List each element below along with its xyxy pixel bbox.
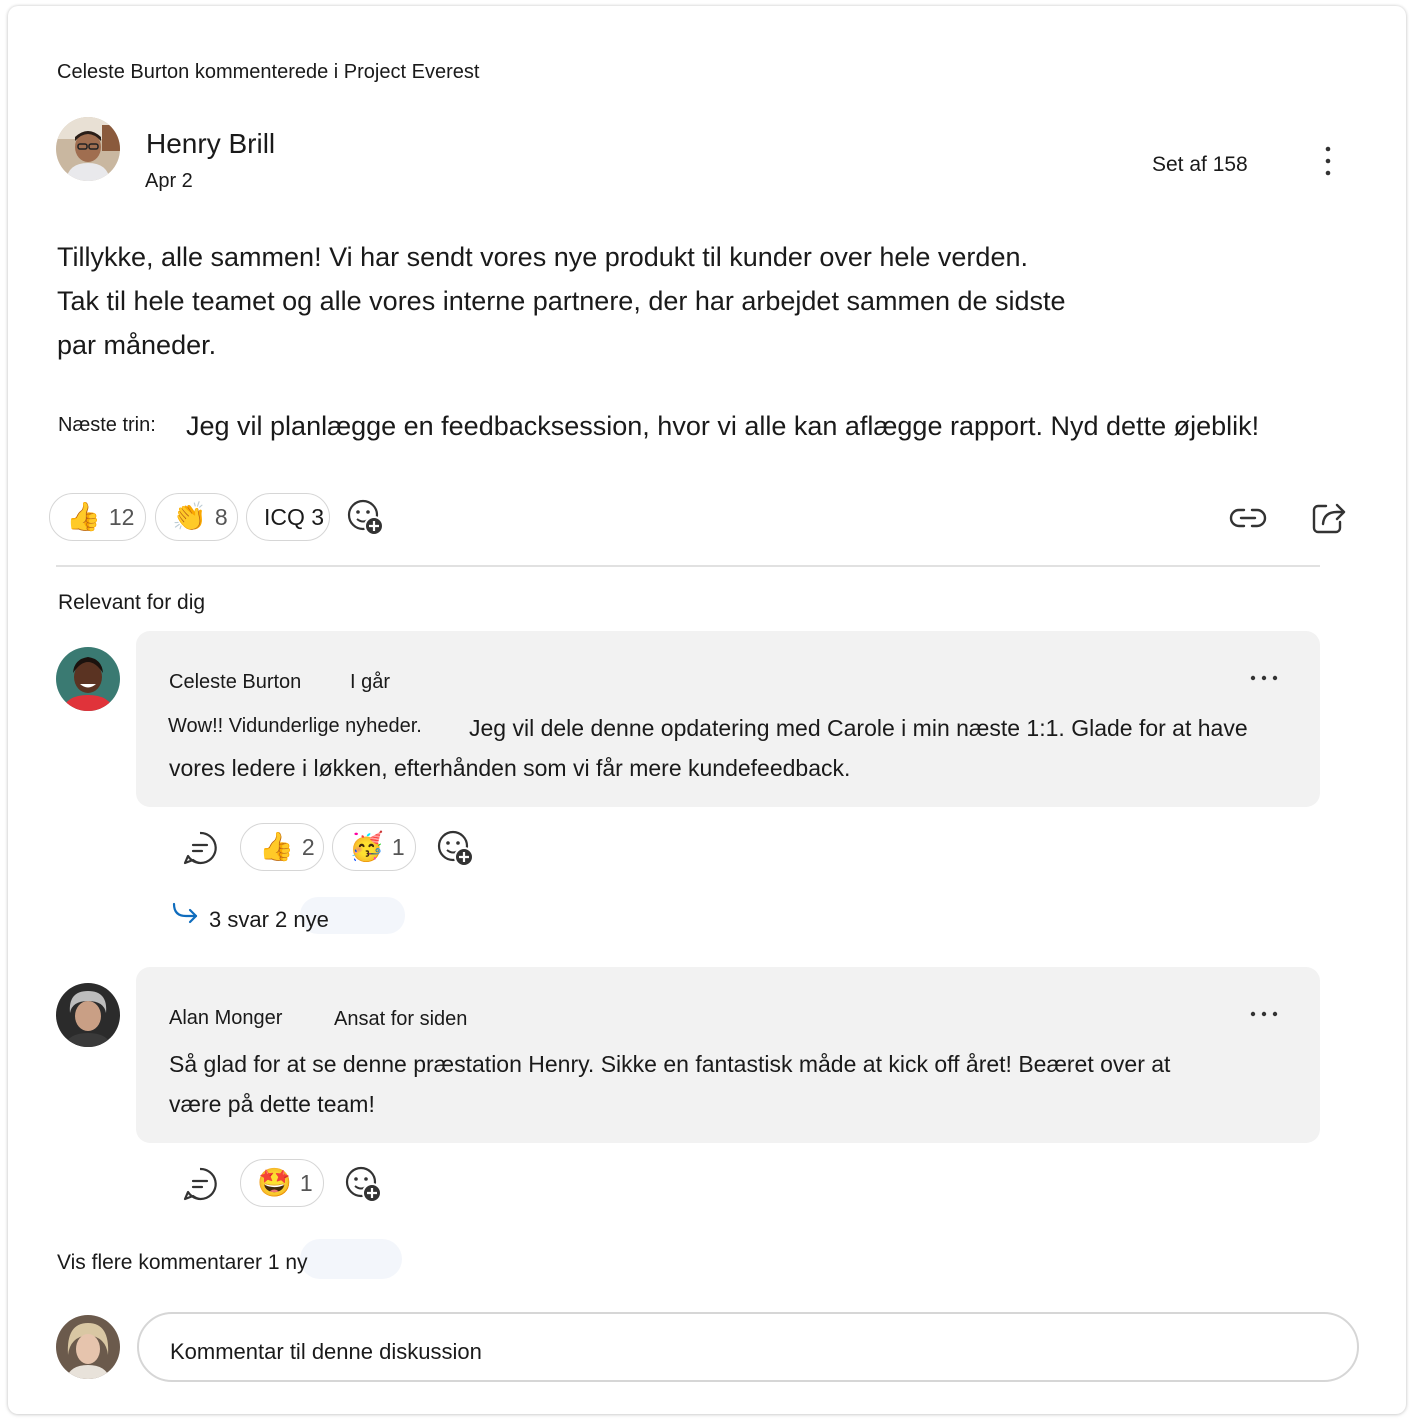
comment-author[interactable]: Alan Monger [169, 1007, 282, 1030]
reaction-count: 1 [299, 1169, 313, 1196]
copy-link-button[interactable] [1228, 500, 1268, 536]
reaction-count: 8 [214, 503, 228, 530]
reply-arrow-icon [170, 900, 200, 928]
replies-link[interactable]: 3 svar 2 nye [209, 907, 329, 933]
show-more-comments-link[interactable]: Vis flere kommentarer 1 ny [57, 1251, 308, 1275]
comment-lead: Wow!! Vidunderlige nyheder. [168, 715, 422, 737]
seen-by-count[interactable]: Set af 158 [1152, 153, 1248, 177]
add-reaction-button[interactable] [436, 829, 476, 869]
add-reaction-icon [347, 499, 384, 536]
reaction-party[interactable]: 🥳 1 [332, 823, 416, 871]
comment-text: Jeg vil dele denne opdatering med Carole… [469, 715, 1248, 741]
comment-author[interactable]: Celeste Burton [169, 671, 301, 694]
thumbs-up-icon: 👍 [259, 831, 294, 862]
post-body-line: Tillykke, alle sammen! Vi har sendt vore… [57, 242, 1028, 272]
comment-text: vores ledere i løkken, efterhånden som v… [169, 755, 851, 781]
next-step-label: Næste trin: [58, 414, 156, 436]
more-horizontal-icon [1250, 675, 1278, 681]
comment-author-role: Ansat for siden [334, 1008, 468, 1030]
share-icon [1312, 503, 1346, 534]
post-body-line: Tak til hele teamet og alle vores intern… [57, 286, 1066, 316]
comment-more-button[interactable] [1248, 1004, 1280, 1024]
composer-placeholder: Kommentar til denne diskussion [170, 1339, 482, 1364]
star-struck-icon: 🤩 [257, 1167, 292, 1198]
reaction-thumbs-up[interactable]: 👍 12 [49, 493, 146, 541]
reaction-count: 12 [108, 503, 135, 530]
comment-text: være på dette team! [169, 1091, 375, 1117]
comment-time: I går [350, 671, 391, 693]
comment-reply-icon [183, 1167, 217, 1201]
commenter-avatar[interactable] [56, 983, 120, 1047]
activity-line: Celeste Burton kommenterede i Project Ev… [57, 61, 480, 83]
more-options-button[interactable] [1318, 144, 1338, 180]
reaction-star-struck[interactable]: 🤩 1 [240, 1159, 324, 1207]
add-reaction-button[interactable] [344, 1165, 384, 1205]
comment-text: Så glad for at se denne præstation Henry… [169, 1051, 1171, 1077]
thumbs-up-icon: 👍 [66, 501, 101, 532]
clapping-hands-icon: 👏 [172, 501, 207, 532]
comment-composer-input[interactable]: Kommentar til denne diskussion [137, 1312, 1359, 1382]
comment-reply-icon [183, 831, 217, 865]
post-body: Tillykke, alle sammen! Vi har sendt vore… [57, 235, 1066, 367]
share-button[interactable] [1310, 498, 1350, 536]
post-date: Apr 2 [145, 170, 193, 192]
reply-button[interactable] [181, 1165, 219, 1203]
post-body-line: par måneder. [57, 330, 217, 360]
reaction-count: ICQ 3 [264, 503, 325, 530]
link-icon [1229, 508, 1267, 528]
more-horizontal-icon [1250, 1011, 1278, 1017]
current-user-avatar [56, 1315, 120, 1379]
reaction-count: 1 [391, 833, 405, 860]
add-reaction-icon [437, 830, 474, 867]
reaction-thumbs-up[interactable]: 👍 2 [240, 823, 324, 871]
reaction-clap[interactable]: 👏 8 [155, 493, 238, 541]
reply-button[interactable] [181, 829, 219, 867]
commenter-avatar[interactable] [56, 647, 120, 711]
next-step-text: Jeg vil planlægge en feedbacksession, hv… [186, 411, 1260, 441]
author-avatar[interactable] [56, 117, 120, 181]
comment-more-button[interactable] [1248, 668, 1280, 688]
add-reaction-icon [345, 1166, 382, 1203]
more-comments-highlight [300, 1239, 402, 1279]
reaction-count: 2 [301, 833, 315, 860]
divider [56, 565, 1320, 567]
section-label: Relevant for dig [58, 591, 206, 614]
add-reaction-button[interactable] [346, 498, 386, 538]
reaction-icq[interactable]: ICQ 3 [246, 493, 330, 541]
author-name[interactable]: Henry Brill [146, 128, 275, 160]
more-vertical-icon [1325, 146, 1331, 176]
party-face-icon: 🥳 [349, 831, 384, 862]
